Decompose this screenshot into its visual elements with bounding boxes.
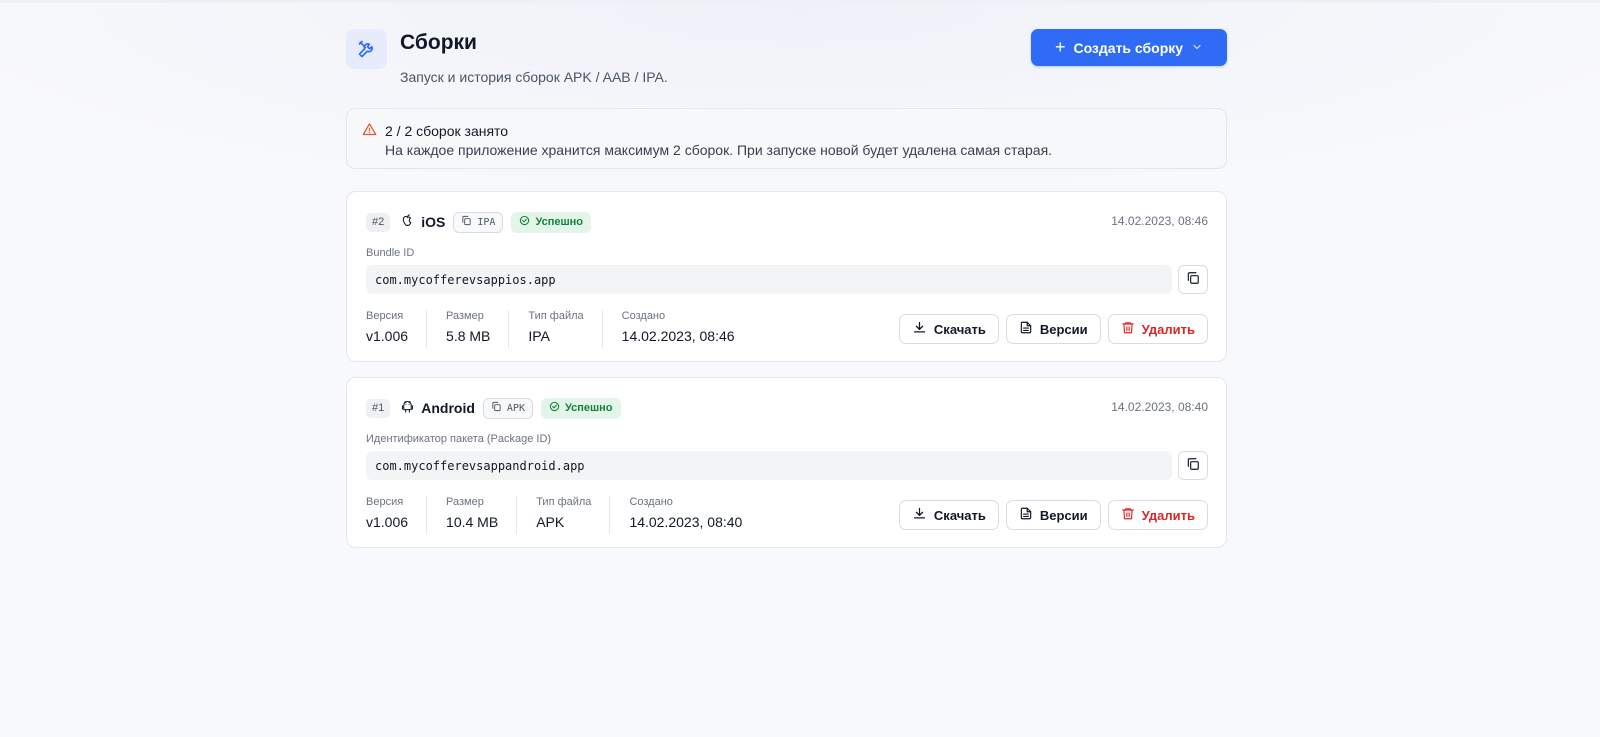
page-subtitle: Запуск и история сборок APK / AAB / IPA. [400,69,668,85]
build-number-badge: #1 [366,398,391,418]
trash-icon [1121,320,1135,338]
meta-label: Размер [446,496,484,508]
versions-button[interactable]: Версии [1005,314,1101,344]
tools-icon [346,29,387,69]
package-id-label: Идентификатор пакета (Package ID) [366,433,552,445]
delete-button[interactable]: Удалить [1107,500,1208,530]
meta-value: 10.4 MB [446,514,499,530]
file-type-badge: APK [482,397,533,419]
create-build-label: Создать сборку [1073,39,1184,56]
meta-label: Тип файла [528,310,584,322]
bundle-id-label: Bundle ID [366,247,415,259]
download-icon [912,320,927,338]
builds-page: Сборки Запуск и история сборок APK / AAB… [346,28,1227,548]
status-badge: Успешно [540,397,621,419]
file-type-badge: IPA [453,211,504,233]
meta-label: Создано [621,310,666,322]
file-type-label: IPA [477,216,496,228]
status-label: Успешно [535,216,583,228]
platform-label: iOS [400,213,445,231]
file-type-label: APK [506,402,525,414]
meta-version: Версия v1.006 [366,310,428,348]
meta-version: Версия v1.006 [366,496,428,534]
meta-label: Версия [366,310,404,322]
build-actions: Скачать Версии Удалить [898,314,1208,344]
download-label: Скачать [933,321,986,337]
file-copy-icon [461,215,472,229]
meta-label: Тип файла [536,496,592,508]
versions-button[interactable]: Версии [1005,500,1101,530]
platform-name: Android [421,400,475,416]
copy-icon [1186,457,1200,474]
versions-label: Версии [1039,507,1088,523]
page-title: Сборки [400,31,477,54]
meta-created: Создано 14.02.2023, 08:40 [629,496,742,534]
file-copy-icon [491,401,502,415]
download-icon [912,506,927,524]
copy-id-button[interactable] [1178,265,1208,294]
check-circle-icon [519,215,530,229]
meta-file-type: Тип файла IPA [528,310,603,348]
meta-value: 14.02.2023, 08:40 [629,514,743,530]
build-actions: Скачать Версии Удалить [898,500,1208,530]
alert-title: 2 / 2 сборок занято [385,123,509,139]
platform-label: Android [400,399,475,417]
meta-size: Размер 10.4 MB [446,496,518,534]
meta-size: Размер 5.8 MB [446,310,510,348]
download-button[interactable]: Скачать [898,314,999,344]
build-header: #1 Android APK Успешно [366,397,621,419]
check-circle-icon [549,401,560,415]
chevron-down-icon [1191,40,1203,56]
build-number-badge: #2 [366,212,391,232]
top-divider [0,0,1600,3]
delete-label: Удалить [1141,507,1195,523]
trash-icon [1121,506,1135,524]
download-label: Скачать [933,507,986,523]
meta-value: v1.006 [366,328,409,344]
bundle-id-value[interactable]: com.mycofferevsappios.app [366,265,1172,294]
download-button[interactable]: Скачать [898,500,999,530]
copy-icon [1186,271,1200,288]
status-label: Успешно [564,402,613,414]
plus-icon: + [1054,36,1066,57]
status-badge: Успешно [511,211,591,233]
build-card-android: #1 Android APK Успешно 14.02.2023, 08:40… [346,377,1227,548]
meta-value: APK [536,514,565,530]
meta-value: 14.02.2023, 08:46 [621,328,735,344]
build-header: #2 iOS IPA Успешно [366,211,591,233]
alert-text: На каждое приложение хранится максимум 2… [385,142,1053,158]
delete-button[interactable]: Удалить [1107,314,1208,344]
limit-alert: 2 / 2 сборок занято На каждое приложение… [346,108,1227,169]
create-build-button[interactable]: + Создать сборку [1031,29,1227,66]
document-icon [1019,506,1033,524]
meta-file-type: Тип файла APK [536,496,611,534]
android-icon [400,399,415,417]
build-meta: Версия v1.006 Размер 5.8 MB Тип файла IP… [366,310,735,348]
versions-label: Версии [1039,321,1088,337]
meta-created: Создано 14.02.2023, 08:46 [622,310,735,348]
meta-label: Создано [629,496,673,508]
build-meta: Версия v1.006 Размер 10.4 MB Тип файла A… [366,496,742,534]
build-card-ios: #2 iOS IPA Успешно 14.02.2023, 08:46 Bun… [346,191,1227,362]
package-id-value[interactable]: com.mycofferevsappandroid.app [366,451,1172,480]
meta-value: 5.8 MB [446,328,491,344]
meta-value: v1.006 [366,514,409,530]
apple-icon [400,213,415,231]
page-header: Сборки Запуск и история сборок APK / AAB… [346,28,1227,105]
warning-icon [362,122,377,142]
platform-name: iOS [421,214,446,230]
meta-label: Версия [366,496,404,508]
meta-value: IPA [528,328,550,344]
build-date: 14.02.2023, 08:46 [1111,214,1208,228]
build-date: 14.02.2023, 08:40 [1111,400,1208,414]
meta-label: Размер [446,310,484,322]
copy-id-button[interactable] [1178,451,1208,480]
document-icon [1019,320,1033,338]
delete-label: Удалить [1141,321,1195,337]
